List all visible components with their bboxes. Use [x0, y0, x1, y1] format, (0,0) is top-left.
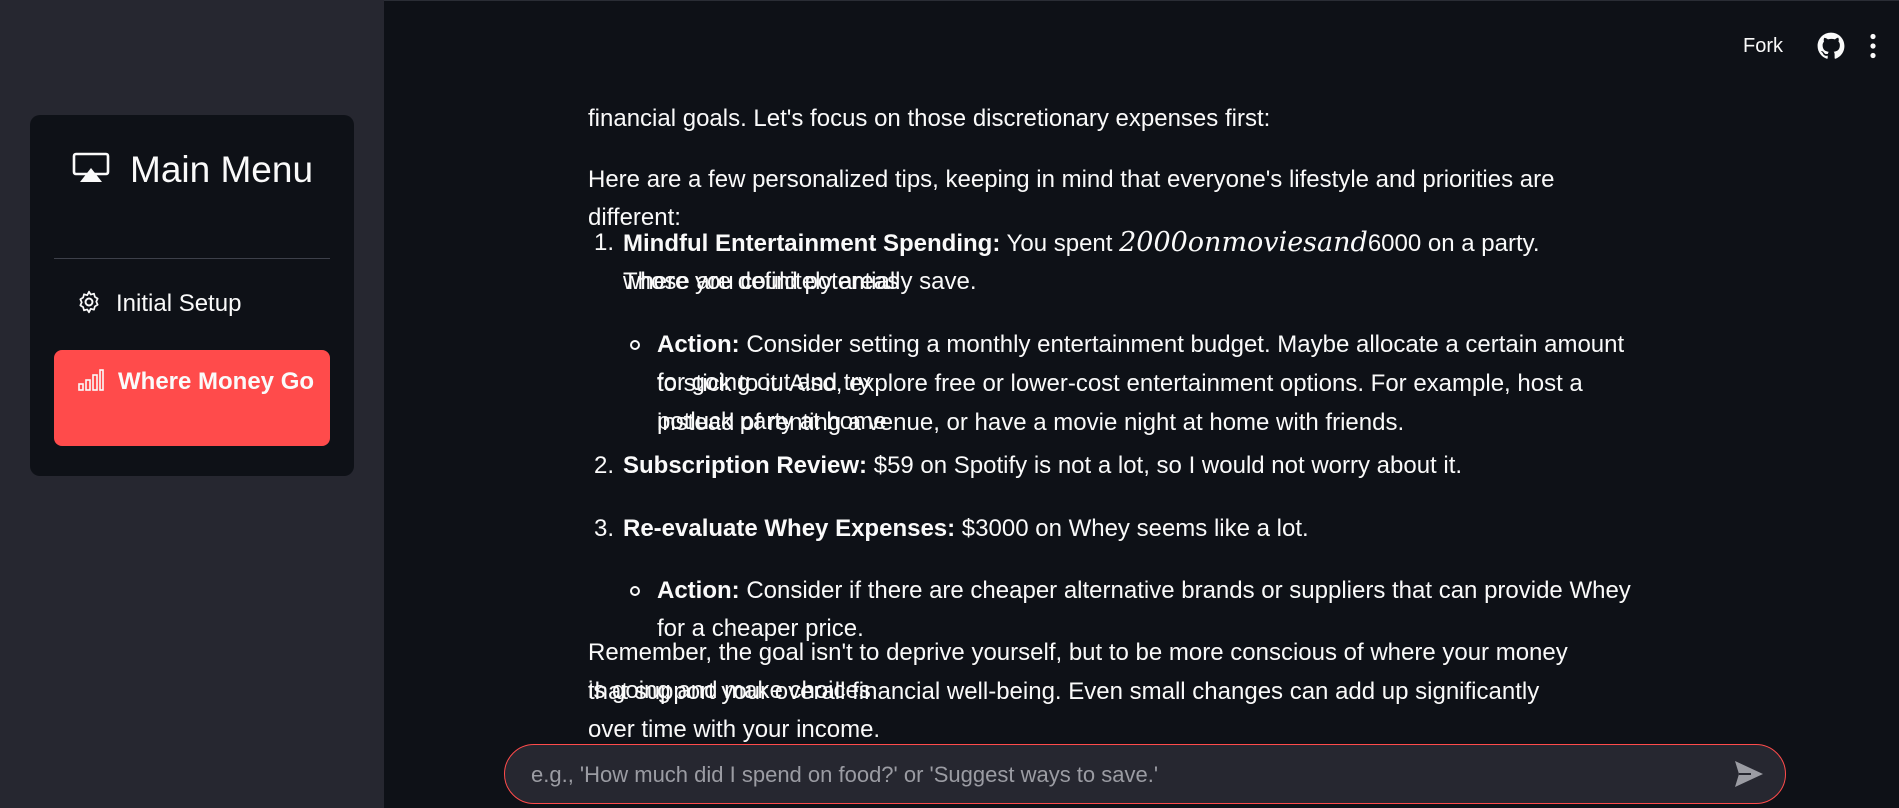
- nav-label-where-money-go: Where Money Go: [118, 368, 315, 395]
- partial-top-line: financial goals. Let's focus on those di…: [588, 105, 1271, 132]
- tip-text: You spent: [1000, 230, 1120, 257]
- gear-icon: [79, 290, 99, 314]
- tip-heading: Re-evaluate Whey Expenses:: [623, 515, 956, 542]
- bullet-icon: [630, 586, 640, 596]
- main-area: Fork financial goals. Let's focus on tho…: [384, 0, 1899, 808]
- top-toolbar: Fork: [1743, 1, 1899, 91]
- tip-text: $3000 on Whey seems like a lot.: [955, 515, 1309, 542]
- main-menu-card: Main Menu Initial Setup Where Money Go: [30, 115, 354, 476]
- action-label: Action:: [657, 577, 740, 604]
- tip-text-line2: where you could potentially save.: [623, 268, 977, 295]
- action-label: Action:: [657, 331, 740, 358]
- airplay-icon: [72, 152, 110, 182]
- bar-chart-icon: [78, 369, 104, 391]
- action-text-line3: instead of renting a venue, or have a mo…: [657, 409, 1405, 436]
- chat-input-container: [504, 744, 1786, 804]
- kebab-menu-icon[interactable]: [1869, 33, 1877, 59]
- list-number: 3.: [593, 515, 614, 542]
- send-icon[interactable]: [1733, 759, 1765, 789]
- tip-heading: Subscription Review:: [623, 452, 868, 479]
- github-icon[interactable]: [1817, 32, 1845, 60]
- menu-title-text: Main Menu: [130, 149, 314, 190]
- bullet-icon: [630, 340, 640, 350]
- nav-item-initial-setup[interactable]: Initial Setup: [54, 283, 330, 327]
- tip-text: $59 on Spotify is not a lot, so I would …: [867, 452, 1463, 479]
- closing-line-2: that support your overall financial well…: [588, 678, 1540, 743]
- action-text: Consider if there are cheaper alternativ…: [657, 577, 1631, 642]
- fork-button[interactable]: Fork: [1743, 35, 1783, 58]
- menu-divider: [54, 258, 330, 259]
- menu-title: Main Menu: [72, 143, 322, 197]
- nav-item-where-money-go[interactable]: Where Money Go: [54, 350, 330, 446]
- tip-heading: Mindful Entertainment Spending:: [623, 230, 1001, 257]
- list-number: 1.: [593, 229, 614, 256]
- nav-label-initial-setup: Initial Setup: [116, 290, 242, 317]
- chat-input[interactable]: [529, 757, 1683, 793]
- list-number: 2.: [593, 452, 614, 479]
- sidebar: Main Menu Initial Setup Where Money Go: [0, 0, 384, 808]
- tip-math: 2000onmoviesand: [1119, 227, 1368, 258]
